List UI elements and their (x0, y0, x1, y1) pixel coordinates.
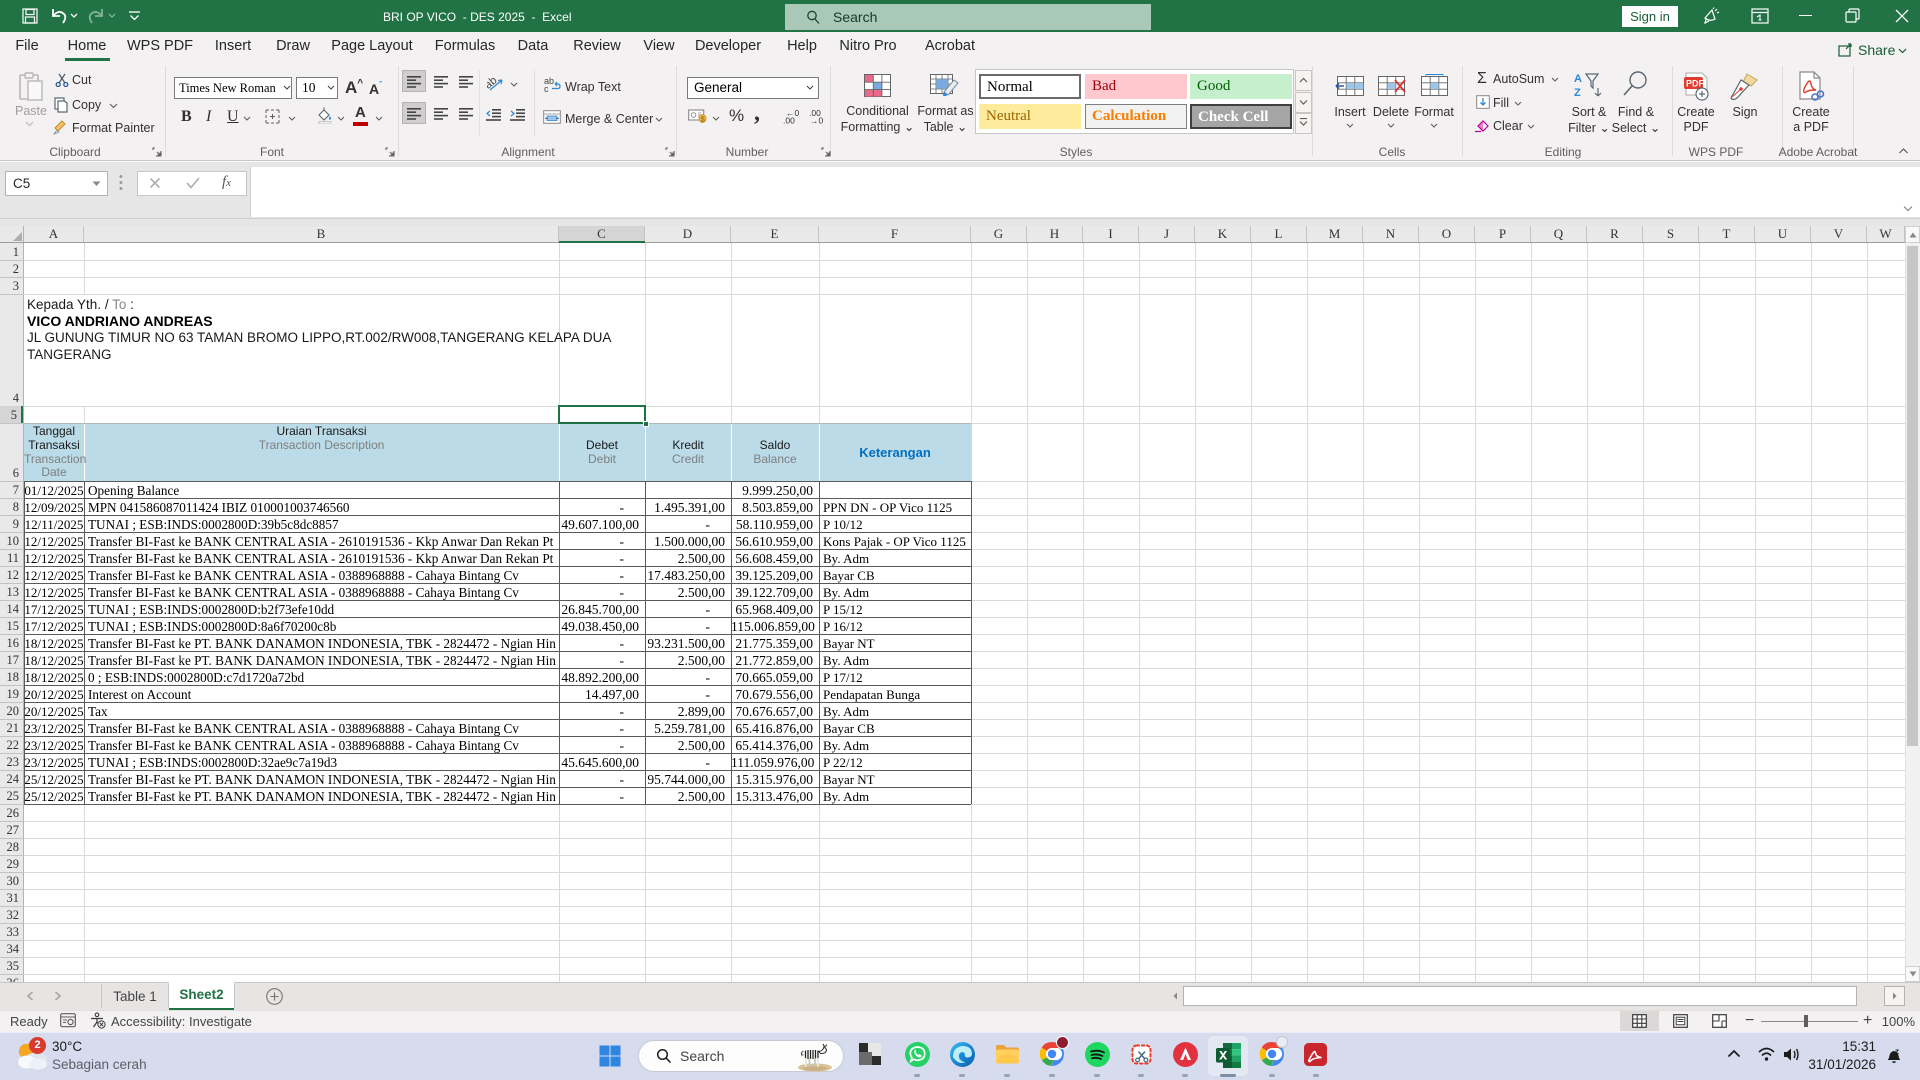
svg-text:z: z (1895, 1047, 1899, 1056)
svg-text:.00: .00 (783, 116, 795, 125)
svg-text:→0: →0 (810, 116, 824, 125)
svg-text:A: A (1574, 73, 1582, 85)
svg-text:PDF: PDF (1686, 79, 1705, 89)
svg-text:Z: Z (1574, 87, 1581, 98)
svg-text:c: c (544, 84, 549, 92)
svg-text:$: $ (701, 116, 705, 123)
